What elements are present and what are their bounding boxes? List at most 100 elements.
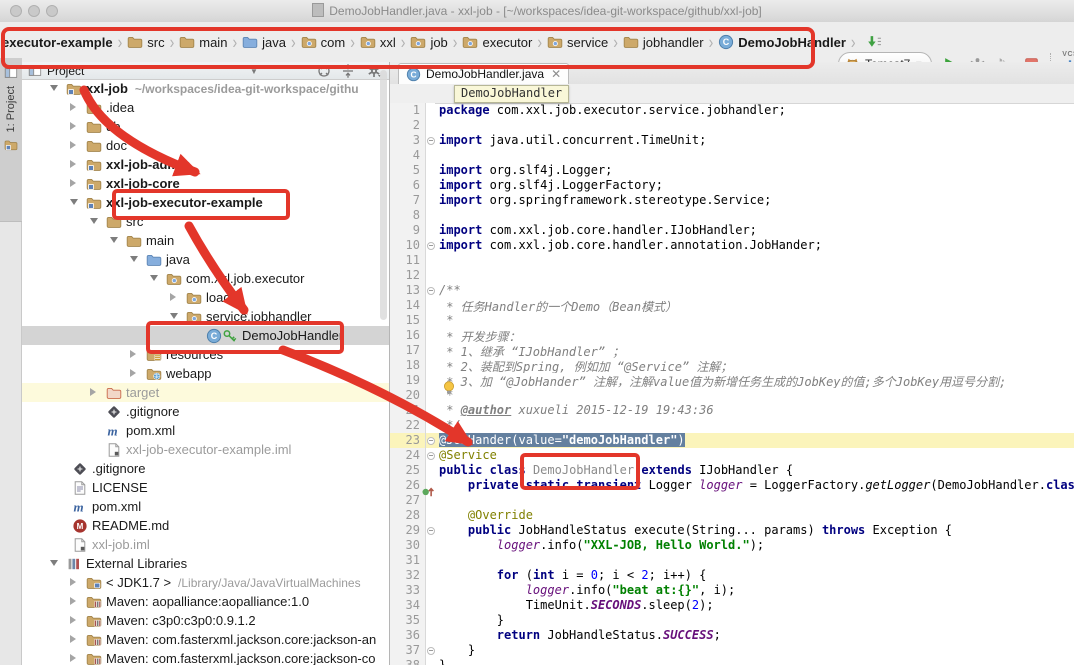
fold-gutter: [426, 298, 435, 313]
svg-text:m: m: [108, 423, 118, 438]
tree-item-pom.xml[interactable]: mpom.xml: [22, 497, 389, 516]
tree-item-<-jdk1.7->[interactable]: < JDK1.7 >/Library/Java/JavaVirtualMachi…: [22, 573, 389, 592]
tree-expand-arrow[interactable]: [90, 388, 96, 396]
overriding-method-gutter-icon[interactable]: [421, 484, 436, 498]
tree-item-resources[interactable]: resources: [22, 345, 389, 364]
tree-item-maven-com.fasterxml.jackson.core-jackson-an[interactable]: Maven: com.fasterxml.jackson.core:jackso…: [22, 630, 389, 649]
tree-item-maven-com.fasterxml.jackson.core-jackson-co[interactable]: Maven: com.fasterxml.jackson.core:jackso…: [22, 649, 389, 665]
tree-item-xxl-job[interactable]: xxl-job~/workspaces/idea-git-workspace/g…: [22, 79, 389, 98]
tree-expand-arrow[interactable]: [130, 369, 136, 377]
tree-item-maven-c3p0-c3p0-0.9.1.2[interactable]: Maven: c3p0:c3p0:0.9.1.2: [22, 611, 389, 630]
breadcrumb: executor-example›src›main›java›com›xxl›j…: [2, 22, 882, 62]
tree-collapse-arrow[interactable]: [110, 237, 118, 243]
breadcrumb-item-xxl[interactable]: xxl: [360, 34, 396, 50]
tree-item-main[interactable]: main: [22, 231, 389, 250]
tree-item-xxl-job.iml[interactable]: xxl-job.iml: [22, 535, 389, 554]
tree-expand-arrow[interactable]: [70, 578, 76, 586]
tree-collapse-arrow[interactable]: [50, 85, 58, 91]
tree-item-loader[interactable]: loader: [22, 288, 389, 307]
line-number: 5: [390, 163, 426, 178]
breadcrumb-item-main[interactable]: main: [179, 34, 227, 50]
tree-item-external-libraries[interactable]: External Libraries: [22, 554, 389, 573]
code-line-37: 37 }: [390, 643, 1074, 658]
tree-item-demojobhandler[interactable]: CDemoJobHandler: [22, 326, 389, 345]
folder-excluded-icon: [106, 385, 122, 401]
tree-collapse-arrow[interactable]: [150, 275, 158, 281]
breadcrumb-item-com[interactable]: com: [301, 34, 346, 50]
fold-gutter[interactable]: [426, 643, 435, 658]
tree-expand-arrow[interactable]: [70, 635, 76, 643]
tree-item-db[interactable]: db: [22, 117, 389, 136]
code-line-7: 7import org.springframework.stereotype.S…: [390, 193, 1074, 208]
breadcrumb-item-executor-example[interactable]: executor-example: [2, 35, 113, 50]
breadcrumb-item-demojobhandler[interactable]: CDemoJobHandler: [718, 34, 846, 50]
tree-item-xxl-job-executor-example.iml[interactable]: xxl-job-executor-example.iml: [22, 440, 389, 459]
fold-gutter[interactable]: [426, 448, 435, 463]
tree-item-label: xxl-job-core: [106, 174, 180, 193]
tree-expand-arrow[interactable]: [130, 350, 136, 358]
line-number: 38: [390, 658, 426, 665]
tree-item-xxl-job-core[interactable]: xxl-job-core: [22, 174, 389, 193]
tree-item-maven-aopalliance-aopalliance-1.0[interactable]: Maven: aopalliance:aopalliance:1.0: [22, 592, 389, 611]
breadcrumb-separator: ›: [401, 32, 406, 53]
fold-gutter: [426, 328, 435, 343]
tree-item-xxl-job-admin[interactable]: xxl-job-admin: [22, 155, 389, 174]
project-tool-window-tab[interactable]: 1: Project: [0, 58, 22, 222]
tree-item-java[interactable]: java: [22, 250, 389, 269]
fold-gutter[interactable]: [426, 433, 435, 448]
tree-item-service.jobhandler[interactable]: service.jobhandler: [22, 307, 389, 326]
tree-item-webapp[interactable]: webapp: [22, 364, 389, 383]
tree-collapse-arrow[interactable]: [70, 199, 78, 205]
module-folder-icon: [86, 195, 102, 211]
tree-item-com.xxl.job.executor[interactable]: com.xxl.job.executor: [22, 269, 389, 288]
breadcrumb-item-jobhandler[interactable]: jobhandler: [623, 34, 704, 50]
tree-item-xxl-job-executor-example[interactable]: xxl-job-executor-example: [22, 193, 389, 212]
tool-window-icon: [4, 66, 18, 80]
intention-bulb-icon[interactable]: [442, 380, 456, 396]
breadcrumb-item-service[interactable]: service: [547, 34, 608, 50]
fold-gutter: [426, 613, 435, 628]
fold-gutter[interactable]: [426, 283, 435, 298]
tree-scrollbar[interactable]: [380, 70, 387, 320]
module-folder-icon: [86, 157, 102, 173]
line-number: 13: [390, 283, 426, 298]
tree-item-label: src: [126, 212, 143, 231]
tree-expand-arrow[interactable]: [70, 654, 76, 662]
fold-gutter[interactable]: [426, 523, 435, 538]
tree-item-src[interactable]: src: [22, 212, 389, 231]
tree-expand-arrow[interactable]: [170, 293, 176, 301]
tree-expand-arrow[interactable]: [70, 103, 76, 111]
tree-collapse-arrow[interactable]: [90, 218, 98, 224]
breadcrumb-item-java[interactable]: java: [242, 34, 286, 50]
code-editor[interactable]: 1package com.xxl.job.executor.service.jo…: [390, 103, 1074, 665]
tree-item-target[interactable]: target: [22, 383, 389, 402]
tree-item-readme.md[interactable]: MREADME.md: [22, 516, 389, 535]
tree-expand-arrow[interactable]: [70, 160, 76, 168]
breadcrumb-item-src[interactable]: src: [127, 34, 164, 50]
scroll-to-source-icon[interactable]: [316, 63, 332, 79]
svg-text:C: C: [410, 69, 416, 79]
editor-header-band: DemoJobHandler: [390, 84, 1074, 104]
tree-item-doc[interactable]: doc: [22, 136, 389, 155]
tree-expand-arrow[interactable]: [70, 141, 76, 149]
close-icon[interactable]: ✕: [551, 67, 561, 81]
fold-gutter[interactable]: [426, 133, 435, 148]
tree-item-.gitignore[interactable]: .gitignore: [22, 459, 389, 478]
tree-expand-arrow[interactable]: [70, 122, 76, 130]
tree-item-license[interactable]: LICENSE: [22, 478, 389, 497]
fold-gutter[interactable]: [426, 238, 435, 253]
editor-tab[interactable]: C DemoJobHandler.java ✕: [398, 63, 569, 84]
breadcrumb-item-executor[interactable]: executor: [462, 34, 532, 50]
tree-item-.gitignore[interactable]: .gitignore: [22, 402, 389, 421]
tree-expand-arrow[interactable]: [70, 179, 76, 187]
tree-collapse-arrow[interactable]: [170, 313, 178, 319]
tree-expand-arrow[interactable]: [70, 597, 76, 605]
collapse-all-icon[interactable]: [340, 63, 356, 79]
breadcrumb-item-job[interactable]: job: [410, 34, 447, 50]
tree-collapse-arrow[interactable]: [130, 256, 138, 262]
tree-item-.idea[interactable]: .idea: [22, 98, 389, 117]
chevron-down-icon[interactable]: ▼: [250, 67, 258, 76]
tree-collapse-arrow[interactable]: [50, 560, 58, 566]
tree-item-pom.xml[interactable]: mpom.xml: [22, 421, 389, 440]
tree-expand-arrow[interactable]: [70, 616, 76, 624]
